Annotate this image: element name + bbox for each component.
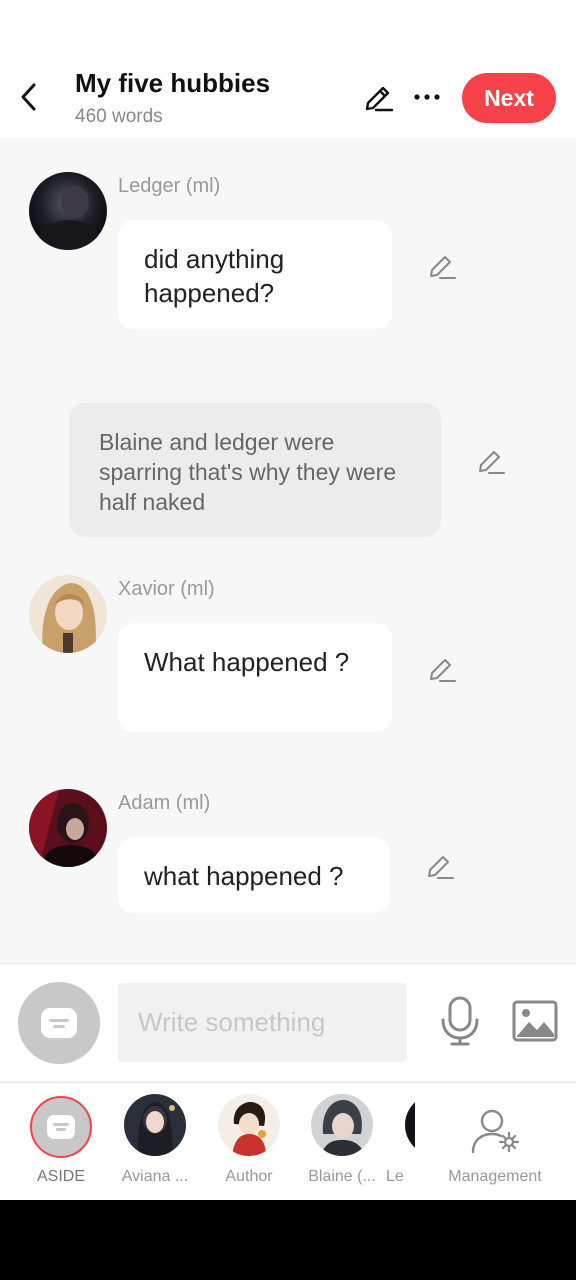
avatar-ledger[interactable] [29,172,107,250]
speaker-name: Ledger (ml) [118,175,221,197]
pencil-icon [430,659,456,682]
character-aside[interactable] [30,1096,92,1158]
avatar [124,1094,186,1156]
back-button[interactable] [14,80,44,114]
character-label: ASIDE [36,1168,85,1185]
aside-message-icon [41,1008,77,1038]
management-label: Management [448,1168,542,1185]
insert-image-button[interactable] [512,1000,558,1042]
speaker-name: Adam (ml) [118,792,211,814]
avatar-adam[interactable] [29,789,107,867]
avatar-xavior[interactable] [29,575,107,653]
pencil-icon [365,86,394,112]
next-button[interactable]: Next [462,73,556,123]
character-label: Author [225,1168,273,1185]
character-avatar-image [218,1094,280,1156]
user-settings-icon [471,1109,520,1154]
narration-bubble[interactable]: Blaine and ledger were sparring that's w… [69,403,441,537]
character-avatar-image [311,1094,373,1156]
edit-message-button[interactable] [427,251,457,281]
edit-message-button[interactable] [476,446,506,476]
management-button[interactable] [470,1108,520,1154]
header: My five hubbies 460 words Next [0,0,576,138]
chevron-left-icon [21,83,36,111]
more-icon [414,94,440,100]
story-editor-screen: My five hubbies 460 words Next Ledger (m… [0,0,576,1200]
edit-title-button[interactable] [362,82,394,114]
character-label: Le [386,1168,404,1185]
character-label: Aviana ... [121,1168,189,1185]
character-avatar-image [29,789,107,867]
character-ledger[interactable]: Le [368,1094,415,1194]
microphone-icon [441,996,479,1046]
more-options-button[interactable] [412,84,442,110]
story-title: My five hubbies [75,68,271,98]
pencil-icon [428,856,454,879]
aside-toggle-button[interactable] [18,982,100,1064]
voice-input-button[interactable] [438,996,482,1046]
avatar [405,1094,415,1156]
edit-message-button[interactable] [427,654,457,684]
pencil-icon [479,451,505,474]
message-bubble[interactable]: what happened ? [118,837,390,913]
speaker-name: Xavior (ml) [118,578,215,600]
character-avatar-image [124,1094,186,1156]
character-avatar-image [405,1094,415,1156]
aside-message-icon [47,1115,75,1139]
message-input[interactable]: Write something [118,983,407,1062]
avatar [311,1094,373,1156]
pencil-icon [430,256,456,279]
character-avatar-image [29,172,107,250]
word-count: 460 words [75,106,163,127]
edit-message-button[interactable] [425,851,455,881]
message-bubble[interactable]: What happened ? [118,623,392,732]
character-avatar-image [29,575,107,653]
message-bubble[interactable]: did anything happened? [118,220,392,329]
avatar [218,1094,280,1156]
character-author[interactable]: Author [203,1094,293,1194]
system-navigation-bar [0,1200,576,1280]
character-aviana[interactable]: Aviana ... [109,1094,199,1194]
image-icon [512,1000,558,1042]
